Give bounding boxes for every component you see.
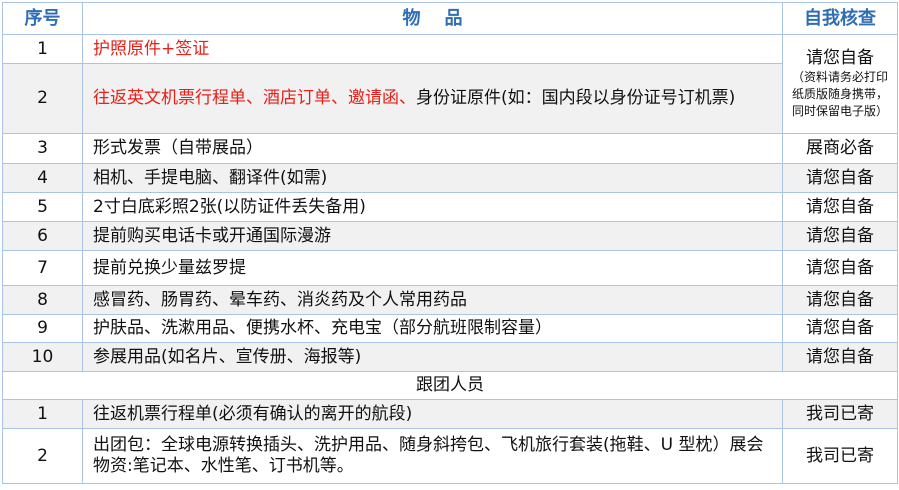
table-row: 2 往返英文机票行程单、酒店订单、邀请函、身份证原件(如：国内段以身份证号订机票… (2, 63, 898, 134)
header-items-char-1: 物 (402, 8, 421, 29)
row-item-rest: 身份证原件(如：国内段以身份证号订机票) (416, 88, 736, 108)
header-check: 自我核查 (782, 2, 898, 35)
row-item: 往返英文机票行程单、酒店订单、邀请函、身份证原件(如：国内段以身份证号订机票) (82, 63, 783, 134)
checklist-table: 序号 物品 自我核查 1 护照原件+签证 请您自备 （资料请务必打印纸质版随身携… (2, 2, 898, 484)
check-text: 请您自备 (806, 48, 874, 68)
row-no: 2 (2, 428, 83, 484)
table-row: 8 感冒药、肠胃药、晕车药、消炎药及个人常用药品 请您自备 (2, 285, 898, 315)
row-check: 请您自备 (782, 250, 898, 286)
header-row: 序号 物品 自我核查 (2, 2, 898, 35)
table-row: 7 提前兑换少量兹罗提 请您自备 (2, 250, 898, 286)
row-no: 9 (2, 314, 83, 343)
table-row: 10 参展用品(如名片、宣传册、海报等) 请您自备 (2, 342, 898, 372)
row-check: 我司已寄 (782, 428, 898, 484)
row-check: 请您自备 (782, 221, 898, 251)
row-item: 感冒药、肠胃药、晕车药、消炎药及个人常用药品 (82, 285, 783, 315)
row-no: 6 (2, 221, 83, 251)
header-items-char-2: 品 (444, 8, 463, 29)
row-no: 1 (2, 399, 83, 429)
table-row: 9 护肤品、洗漱用品、便携水杯、充电宝（部分航班限制容量） 请您自备 (2, 314, 898, 343)
row-item: 相机、手提电脑、翻译件(如需) (82, 163, 783, 193)
table-row: 3 形式发票（自带展品） 展商必备 (2, 133, 898, 164)
row-check: 请您自备 (782, 314, 898, 343)
row-item: 往返机票行程单(必须有确认的离开的航段) (82, 399, 783, 429)
table-row: 1 往返机票行程单(必须有确认的离开的航段) 我司已寄 (2, 399, 898, 429)
row-check: 请您自备 (782, 342, 898, 372)
row-no: 10 (2, 342, 83, 372)
row-no: 5 (2, 192, 83, 222)
row-check: 我司已寄 (782, 399, 898, 429)
table-row: 6 提前购买电话卡或开通国际漫游 请您自备 (2, 221, 898, 251)
header-no: 序号 (2, 2, 83, 35)
row-item: 护肤品、洗漱用品、便携水杯、充电宝（部分航班限制容量） (82, 314, 783, 343)
table-row: 1 护照原件+签证 请您自备 （资料请务必打印纸质版随身携带，同时保留电子版） (2, 34, 898, 134)
row-no: 2 (2, 63, 83, 134)
row-check: 请您自备 (782, 285, 898, 315)
row-check: 请您自备 （资料请务必打印纸质版随身携带，同时保留电子版） (782, 34, 898, 134)
row-item: 提前兑换少量兹罗提 (82, 250, 783, 286)
row-no: 1 (2, 34, 83, 64)
table-row: 4 相机、手提电脑、翻译件(如需) 请您自备 (2, 163, 898, 193)
row-check: 请您自备 (782, 192, 898, 222)
row-item: 2寸白底彩照2张(以防证件丢失备用) (82, 192, 783, 222)
row-no: 4 (2, 163, 83, 193)
header-items: 物品 (82, 2, 783, 35)
row-no: 8 (2, 285, 83, 315)
check-note: （资料请务必打印纸质版随身携带，同时保留电子版） (791, 70, 888, 118)
section-title: 跟团人员 (2, 371, 898, 400)
section-row: 跟团人员 (2, 371, 898, 400)
row-item: 出团包：全球电源转换插头、洗护用品、随身斜挎包、飞机旅行套装(拖鞋、U 型枕）展… (82, 428, 783, 484)
row-no: 3 (2, 133, 83, 164)
row-item: 形式发票（自带展品） (82, 133, 783, 164)
table-row: 5 2寸白底彩照2张(以防证件丢失备用) 请您自备 (2, 192, 898, 222)
row-item: 护照原件+签证 (82, 34, 783, 64)
row-check: 展商必备 (782, 133, 898, 164)
row-item: 参展用品(如名片、宣传册、海报等) (82, 342, 783, 372)
row-no: 7 (2, 250, 83, 286)
row-check: 请您自备 (782, 163, 898, 193)
row-item-highlight: 往返英文机票行程单、酒店订单、邀请函、 (93, 88, 416, 108)
row-item: 提前购买电话卡或开通国际漫游 (82, 221, 783, 251)
table-row: 2 出团包：全球电源转换插头、洗护用品、随身斜挎包、飞机旅行套装(拖鞋、U 型枕… (2, 428, 898, 484)
